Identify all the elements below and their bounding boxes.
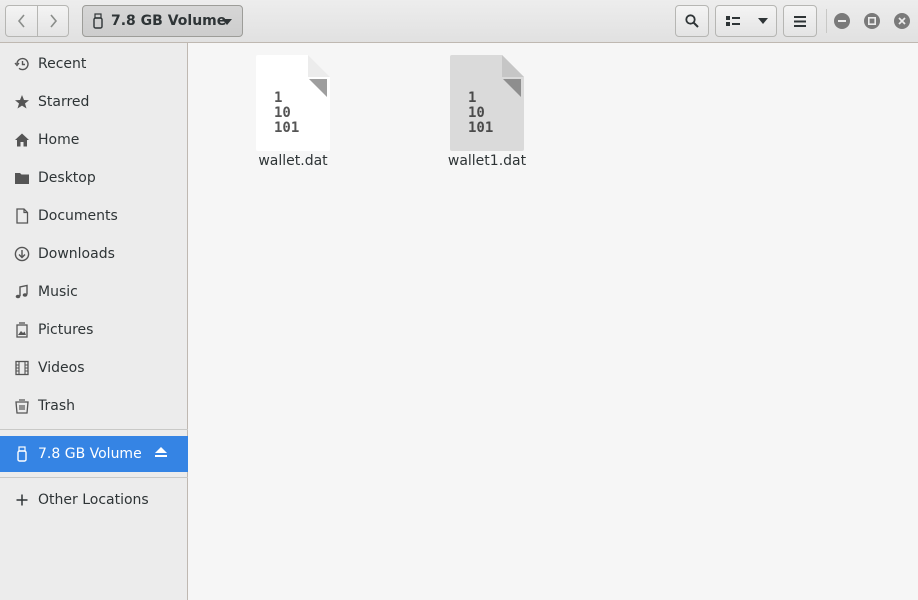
sidebar-item-label: Trash — [38, 398, 75, 414]
film-icon — [15, 360, 29, 376]
star-icon — [15, 95, 29, 109]
usb-drive-icon — [17, 446, 27, 462]
menu-button[interactable] — [783, 5, 817, 37]
path-bar-button[interactable]: 7.8 GB Volume — [82, 5, 243, 37]
sidebar-item-label: Other Locations — [38, 492, 149, 508]
path-bar-label: 7.8 GB Volume — [111, 13, 227, 29]
file-view: 1 10 101 wallet.dat 1 10 101 wallet1.dat — [189, 43, 918, 600]
maximize-icon — [868, 17, 876, 25]
close-button[interactable] — [894, 13, 910, 29]
file-item[interactable]: 1 10 101 wallet.dat — [233, 55, 353, 169]
chevron-right-icon — [50, 14, 58, 28]
binary-file-icon: 1 10 101 — [450, 55, 524, 151]
picture-icon — [16, 322, 28, 338]
folder-icon — [15, 173, 29, 184]
header-separator — [826, 9, 827, 33]
usb-drive-icon — [93, 13, 103, 29]
sidebar-item-pictures[interactable]: Pictures — [0, 312, 188, 348]
sidebar-item-music[interactable]: Music — [0, 274, 188, 310]
svg-text:10: 10 — [468, 105, 485, 121]
sidebar-separator — [0, 477, 188, 478]
svg-text:1: 1 — [468, 90, 476, 106]
back-button[interactable] — [6, 6, 37, 36]
sidebar: Recent Starred Home Desktop Documents Do… — [0, 43, 188, 600]
sidebar-item-label: 7.8 GB Volume — [38, 446, 142, 462]
maximize-button[interactable] — [864, 13, 880, 29]
svg-text:1: 1 — [274, 90, 282, 106]
sidebar-item-videos[interactable]: Videos — [0, 350, 188, 386]
sidebar-item-volume[interactable]: 7.8 GB Volume — [0, 436, 188, 472]
sidebar-item-documents[interactable]: Documents — [0, 198, 188, 234]
svg-text:101: 101 — [468, 120, 493, 136]
hamburger-icon — [794, 15, 806, 27]
sidebar-separator — [0, 429, 188, 430]
clock-icon — [14, 57, 29, 71]
sidebar-item-label: Documents — [38, 208, 118, 224]
sidebar-item-label: Desktop — [38, 170, 96, 186]
download-icon — [14, 246, 30, 262]
svg-text:10: 10 — [274, 105, 291, 121]
file-name: wallet1.dat — [447, 153, 527, 169]
file-name: wallet.dat — [258, 153, 328, 169]
view-switcher — [715, 5, 777, 37]
binary-file-icon: 1 10 101 — [256, 55, 330, 151]
sidebar-item-label: Recent — [38, 56, 87, 72]
sidebar-item-label: Pictures — [38, 322, 94, 338]
chevron-left-icon — [17, 14, 25, 28]
home-icon — [15, 133, 29, 147]
eject-icon — [155, 447, 167, 457]
file-item[interactable]: 1 10 101 wallet1.dat — [427, 55, 547, 169]
minimize-icon — [838, 20, 846, 22]
caret-down-icon — [222, 19, 232, 25]
sidebar-item-label: Music — [38, 284, 78, 300]
plus-icon — [16, 494, 28, 506]
sidebar-item-trash[interactable]: Trash — [0, 388, 188, 424]
eject-button[interactable] — [154, 446, 168, 462]
search-button[interactable] — [675, 5, 709, 37]
header-bar: 7.8 GB Volume — [0, 0, 918, 43]
search-icon — [685, 14, 699, 28]
trash-icon — [15, 399, 29, 414]
sidebar-item-label: Home — [38, 132, 80, 148]
sidebar-item-starred[interactable]: Starred — [0, 84, 188, 120]
close-icon — [898, 17, 906, 25]
sidebar-item-label: Videos — [38, 360, 85, 376]
sidebar-item-label: Starred — [38, 94, 90, 110]
caret-down-icon — [757, 18, 768, 24]
forward-button[interactable] — [37, 6, 68, 36]
view-options-button[interactable] — [749, 6, 776, 36]
svg-text:101: 101 — [274, 120, 299, 136]
sidebar-item-desktop[interactable]: Desktop — [0, 160, 188, 196]
sidebar-item-downloads[interactable]: Downloads — [0, 236, 188, 272]
minimize-button[interactable] — [834, 13, 850, 29]
list-view-button[interactable] — [716, 6, 749, 36]
sidebar-item-other-locations[interactable]: Other Locations — [0, 482, 188, 518]
sidebar-item-label: Downloads — [38, 246, 115, 262]
document-icon — [16, 208, 29, 224]
list-view-icon — [725, 16, 740, 26]
sidebar-item-home[interactable]: Home — [0, 122, 188, 158]
music-icon — [15, 284, 28, 299]
sidebar-item-recent[interactable]: Recent — [0, 46, 188, 82]
navigation-buttons — [5, 5, 69, 37]
